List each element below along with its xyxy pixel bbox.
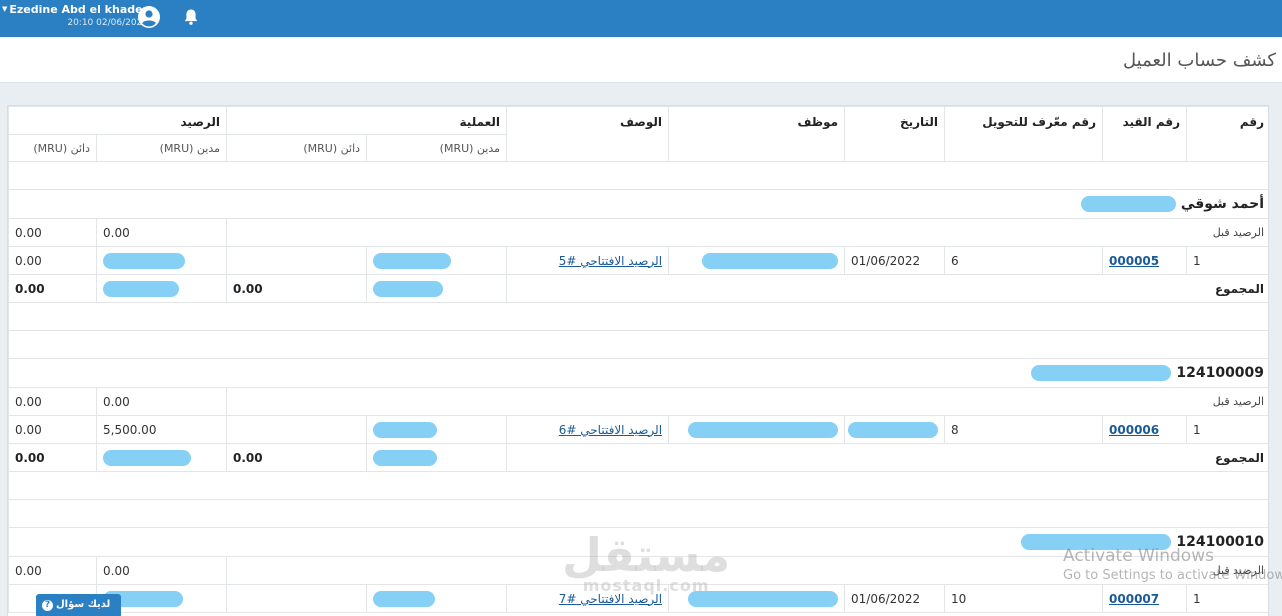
- top-bar: ▼ Ezedine Abd el khader 20:10 02/06/2022: [0, 0, 1282, 37]
- row-number: 1: [1186, 415, 1268, 444]
- customer-name: 124100009: [8, 358, 1268, 388]
- before-credit: 0.00: [8, 556, 98, 585]
- total-op-debit: [366, 274, 508, 303]
- title-bar: كشف حساب العميل: [0, 37, 1282, 83]
- redacted-block: [373, 421, 438, 438]
- windows-activation-notice: Activate Windows Go to Settings to activ…: [1063, 546, 1282, 583]
- op-credit: [226, 415, 368, 444]
- col-op-credit: دائن (MRU): [226, 134, 368, 162]
- bal-debit: 5,500.00: [96, 415, 228, 444]
- row-number: 1: [1186, 584, 1268, 613]
- caret-down-icon: ▼: [2, 5, 8, 13]
- spacer-row: [8, 302, 1268, 331]
- entry-link[interactable]: 000006: [1109, 423, 1159, 437]
- redacted-block: [1081, 196, 1177, 212]
- description-link[interactable]: الرصيد الافتتاحي #5: [559, 254, 662, 268]
- op-debit: [366, 246, 508, 275]
- bal-debit: [96, 246, 228, 275]
- redacted-block: [702, 252, 839, 269]
- before-credit: 0.00: [8, 218, 98, 247]
- before-debit: 0.00: [96, 387, 228, 416]
- balance-before-label: الرصيد قبل: [226, 387, 1268, 416]
- total-op-credit: 0.00: [226, 274, 368, 303]
- bell-icon[interactable]: [181, 7, 201, 27]
- redacted-block: [103, 280, 180, 297]
- table-row: 1 000006 8 الرصيد الافتتاحي #6 5,500.00 …: [8, 415, 1268, 444]
- spacer-row: [8, 161, 1268, 190]
- table-row: 1 000005 6 01/06/2022 الرصيد الافتتاحي #…: [8, 246, 1268, 275]
- redacted-block: [848, 421, 939, 438]
- row-date: 01/06/2022: [844, 584, 946, 613]
- account-circle-icon[interactable]: [137, 5, 161, 29]
- total-bal-debit: [96, 274, 228, 303]
- transfer-id: 10: [944, 584, 1104, 613]
- col-entry-number: رقم القيد: [1102, 106, 1188, 162]
- col-bal-credit: دائن (MRU): [8, 134, 98, 162]
- redacted-block: [373, 280, 444, 297]
- op-credit: [226, 246, 368, 275]
- col-employee: موظف: [668, 106, 846, 162]
- total-op-debit: [366, 443, 508, 472]
- mostaql-watermark: مستقل mostaql.com: [562, 528, 731, 595]
- op-debit: [366, 584, 508, 613]
- redacted-block: [373, 449, 438, 466]
- transfer-id: 6: [944, 246, 1104, 275]
- col-date: التاريخ: [844, 106, 946, 162]
- total-label: المجموع: [506, 274, 1268, 303]
- col-bal-debit: مدين (MRU): [96, 134, 228, 162]
- redacted-block: [373, 590, 436, 607]
- entry-link[interactable]: 000007: [1109, 592, 1159, 606]
- op-credit: [226, 584, 368, 613]
- redacted-block: [1031, 365, 1172, 381]
- row-date: [844, 415, 946, 444]
- col-number: رقم: [1186, 106, 1268, 162]
- help-button-label: لديك سؤال: [56, 599, 111, 610]
- user-menu[interactable]: ▼ Ezedine Abd el khader 20:10 02/06/2022: [2, 3, 148, 28]
- col-description: الوصف: [506, 106, 670, 162]
- redacted-block: [103, 252, 186, 269]
- help-button[interactable]: ? لديك سؤال: [36, 594, 121, 616]
- before-debit: 0.00: [96, 556, 228, 585]
- current-datetime: 20:10 02/06/2022: [67, 18, 149, 28]
- transfer-id: 8: [944, 415, 1104, 444]
- total-bal-debit: [96, 443, 228, 472]
- customer-name: أحمد شوقي: [8, 189, 1268, 219]
- op-debit: [366, 415, 508, 444]
- employee-cell: [668, 246, 846, 275]
- spacer-row: [8, 471, 1268, 500]
- question-icon: ?: [42, 600, 53, 611]
- bal-credit: 0.00: [8, 246, 98, 275]
- col-op-debit: مدين (MRU): [366, 134, 508, 162]
- total-bal-credit: 0.00: [8, 274, 98, 303]
- row-date: 01/06/2022: [844, 246, 946, 275]
- spacer-row: [8, 499, 1268, 528]
- before-credit: 0.00: [8, 387, 98, 416]
- total-op-credit: 0.00: [226, 443, 368, 472]
- bal-credit: 0.00: [8, 415, 98, 444]
- total-label: المجموع: [506, 443, 1268, 472]
- col-transfer-id: رقم معّرف للتحويل: [944, 106, 1104, 162]
- spacer-row: [8, 330, 1268, 359]
- user-name: Ezedine Abd el khader: [9, 3, 149, 16]
- before-debit: 0.00: [96, 218, 228, 247]
- col-operation: العملية: [226, 106, 508, 135]
- entry-link[interactable]: 000005: [1109, 254, 1159, 268]
- balance-before-label: الرصيد قبل: [226, 218, 1268, 247]
- row-number: 1: [1186, 246, 1268, 275]
- description-link[interactable]: الرصيد الافتتاحي #6: [559, 423, 662, 437]
- redacted-block: [373, 252, 452, 269]
- total-bal-credit: 0.00: [8, 443, 98, 472]
- employee-cell: [668, 415, 846, 444]
- col-balance: الرصيد: [8, 106, 228, 135]
- redacted-block: [688, 421, 839, 438]
- page-title: كشف حساب العميل: [1123, 50, 1276, 71]
- redacted-block: [103, 449, 192, 466]
